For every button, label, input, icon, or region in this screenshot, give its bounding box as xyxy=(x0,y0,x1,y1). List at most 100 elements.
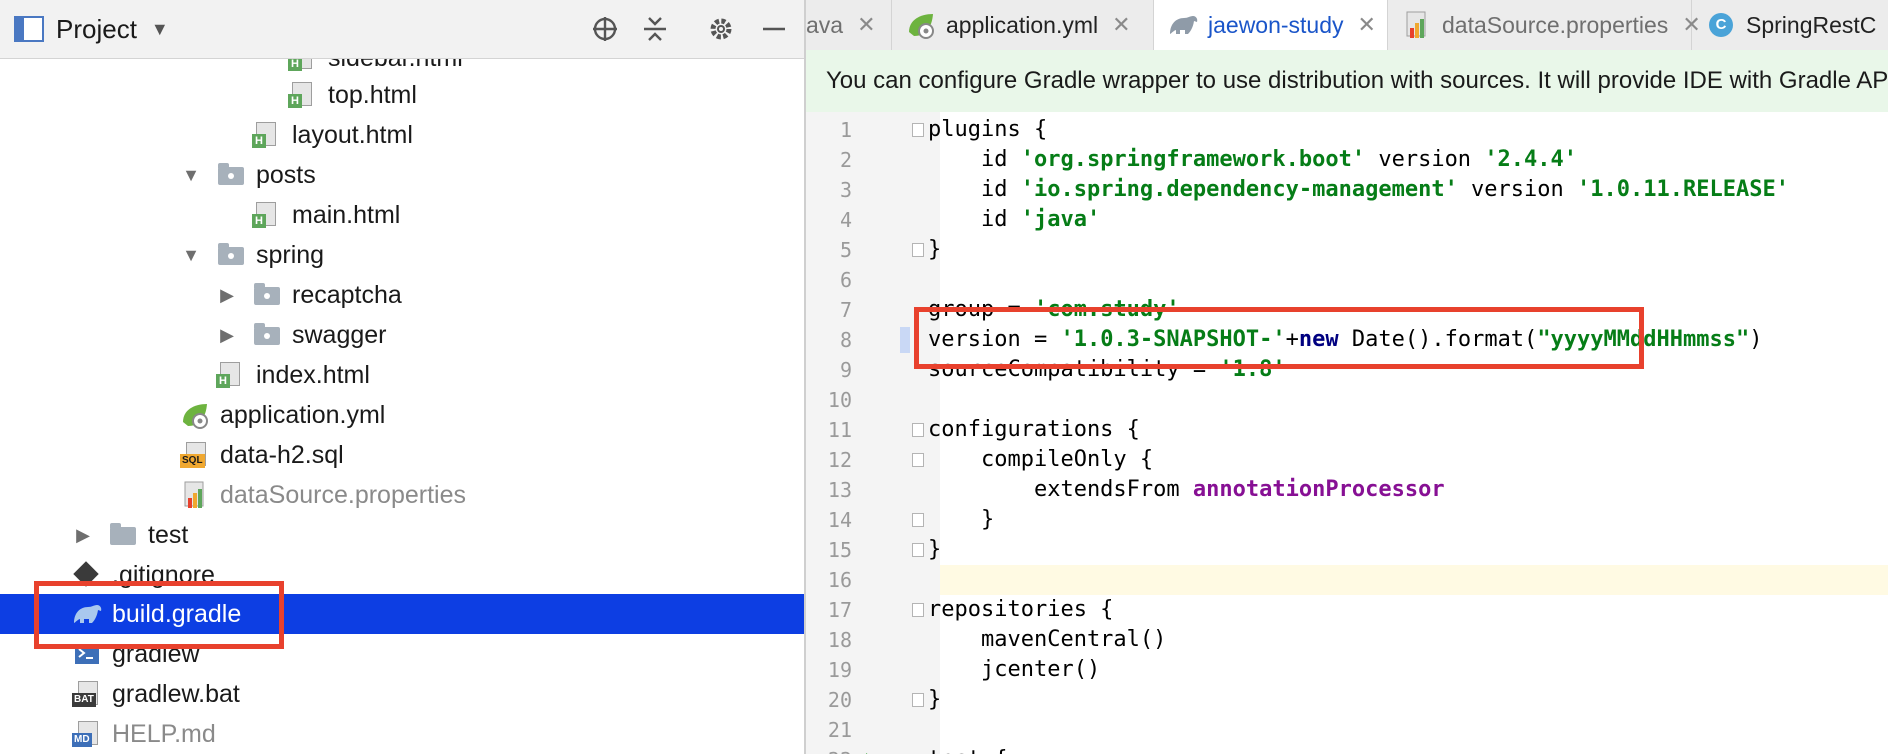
line-number: 7 xyxy=(839,298,852,322)
code-line[interactable]: 8 version = '1.0.3-SNAPSHOT-'+new Date().… xyxy=(806,325,1888,355)
tree-item-gradlew[interactable]: gradlew xyxy=(0,634,804,674)
tab-label: jaewon-study xyxy=(1208,11,1344,38)
tree-item-posts-folder[interactable]: ▼ posts xyxy=(0,155,804,195)
tree-item-spring-folder[interactable]: ▼ spring xyxy=(0,235,804,275)
tab-springrestc[interactable]: C SpringRestC xyxy=(1692,0,1888,50)
tree-item-label: top.html xyxy=(328,80,417,109)
class-icon: C xyxy=(1706,10,1736,40)
code-text: repositories { xyxy=(928,597,1114,622)
tab-java-file[interactable]: ava ✕ xyxy=(806,0,892,50)
code-text: extendsFrom annotationProcessor xyxy=(928,477,1445,502)
code-text: id 'java' xyxy=(928,207,1101,232)
hide-panel-icon[interactable] xyxy=(757,12,791,46)
fold-marker-icon[interactable] xyxy=(912,693,924,707)
tree-item-main-html[interactable]: H main.html xyxy=(0,195,804,235)
tree-item-datasource-properties[interactable]: dataSource.properties xyxy=(0,475,804,515)
code-line[interactable]: 11 configurations { xyxy=(806,415,1888,445)
line-number: 18 xyxy=(827,628,852,652)
code-line[interactable]: 5} xyxy=(806,235,1888,265)
git-file-icon xyxy=(72,560,102,590)
tree-item-layout-html[interactable]: H layout.html xyxy=(0,115,804,155)
code-text: group = 'com.study' xyxy=(928,297,1180,322)
tab-label: dataSource.properties xyxy=(1442,11,1669,38)
fold-marker-icon[interactable] xyxy=(912,243,924,257)
code-line[interactable]: 1 plugins { xyxy=(806,115,1888,145)
tab-datasource-properties[interactable]: dataSource.properties ✕ xyxy=(1388,0,1701,50)
code-line[interactable]: 2 id 'org.springframework.boot' version … xyxy=(806,145,1888,175)
tab-application-yml[interactable]: application.yml ✕ xyxy=(892,0,1154,50)
chevron-down-icon[interactable]: ▼ xyxy=(180,245,202,266)
locate-file-icon[interactable] xyxy=(588,12,622,46)
code-line[interactable]: 14 } xyxy=(806,505,1888,535)
code-line[interactable]: 18 mavenCentral() xyxy=(806,625,1888,655)
fold-marker-icon[interactable] xyxy=(912,453,924,467)
tree-item-test-folder[interactable]: ▶ test xyxy=(0,515,804,555)
tree-item-label: HELP.md xyxy=(112,719,216,748)
tab-jaewon-study[interactable]: jaewon-study ✕ xyxy=(1154,0,1388,50)
project-view-selector-overlay[interactable]: Project ▼ xyxy=(14,12,169,46)
tree-item-help-md[interactable]: MD HELP.md xyxy=(0,714,804,754)
code-line[interactable]: 12 compileOnly { xyxy=(806,445,1888,475)
code-text: id 'io.spring.dependency-management' ver… xyxy=(928,177,1789,202)
editor: ava ✕ application.yml ✕ jaewon-study ✕ d… xyxy=(806,0,1888,754)
close-icon[interactable]: ✕ xyxy=(857,12,875,38)
code-line[interactable]: 3 id 'io.spring.dependency-management' v… xyxy=(806,175,1888,205)
code-line[interactable]: 22 test { xyxy=(806,745,1888,754)
tree-item-gradlew-bat[interactable]: BAT gradlew.bat xyxy=(0,674,804,714)
line-number: 8 xyxy=(839,328,852,352)
fold-marker-icon[interactable] xyxy=(912,123,924,137)
tree-item-swagger-folder[interactable]: ▶ swagger xyxy=(0,315,804,355)
chevron-down-icon[interactable]: ▼ xyxy=(180,165,202,186)
code-line[interactable]: 9 sourceCompatibility = '1.8' xyxy=(806,355,1888,385)
code-line[interactable]: 16 xyxy=(828,565,1888,595)
tree-item-label: layout.html xyxy=(292,120,413,149)
code-text: plugins { xyxy=(928,117,1048,142)
code-line[interactable]: 17 repositories { xyxy=(806,595,1888,625)
fold-marker-icon[interactable] xyxy=(912,543,924,557)
tree-item-recaptcha-folder[interactable]: ▶ recaptcha xyxy=(0,275,804,315)
tree-item-application-yml[interactable]: application.yml xyxy=(0,395,804,435)
folder-icon xyxy=(108,520,138,550)
properties-icon xyxy=(1402,10,1432,40)
tree-item-index-html[interactable]: H index.html xyxy=(0,355,804,395)
fold-marker-icon[interactable] xyxy=(912,513,924,527)
close-icon[interactable]: ✕ xyxy=(1112,12,1130,38)
gear-icon[interactable] xyxy=(704,12,738,46)
tree-item-label: index.html xyxy=(256,360,370,389)
html-file-icon: H xyxy=(216,360,246,390)
code-text: configurations { xyxy=(928,417,1140,442)
fold-marker-icon[interactable] xyxy=(912,423,924,437)
code-line[interactable]: 4 id 'java' xyxy=(806,205,1888,235)
code-line[interactable]: 20} xyxy=(806,685,1888,715)
line-number: 4 xyxy=(839,208,852,232)
gradle-icon xyxy=(72,599,102,629)
tree-item-label: main.html xyxy=(292,200,401,229)
line-number: 5 xyxy=(839,238,852,262)
tree-item-gitignore[interactable]: .gitignore xyxy=(0,555,804,595)
code-line[interactable]: 21 xyxy=(806,715,1888,745)
chevron-down-icon[interactable]: ▼ xyxy=(151,19,169,40)
fold-marker-icon[interactable] xyxy=(912,603,924,617)
tab-label: ava xyxy=(806,11,844,38)
code-line[interactable]: 15} xyxy=(806,535,1888,565)
code-line[interactable]: 19 jcenter() xyxy=(806,655,1888,685)
code-text: } xyxy=(928,237,942,262)
tree-item-build-gradle[interactable]: build.gradle xyxy=(0,594,804,634)
code-line[interactable]: 10 xyxy=(806,385,1888,415)
line-number: 9 xyxy=(839,358,852,382)
chevron-right-icon[interactable]: ▶ xyxy=(216,285,238,306)
close-icon[interactable]: ✕ xyxy=(1358,12,1376,38)
chevron-right-icon[interactable]: ▶ xyxy=(216,325,238,346)
chevron-right-icon[interactable]: ▶ xyxy=(72,525,94,546)
change-marker[interactable] xyxy=(900,327,910,353)
tree-item-top-html[interactable]: H top.html xyxy=(0,75,804,115)
tree-item-data-h2-sql[interactable]: SQL data-h2.sql xyxy=(0,435,804,475)
collapse-all-icon[interactable] xyxy=(638,12,672,46)
terminal-file-icon xyxy=(72,639,102,669)
code-line[interactable]: 7 group = 'com.study' xyxy=(806,295,1888,325)
code-text: } xyxy=(928,537,942,562)
tree-item-label: .gitignore xyxy=(112,560,215,589)
code-line[interactable]: 13 extendsFrom annotationProcessor xyxy=(806,475,1888,505)
gradle-wrapper-notice: You can configure Gradle wrapper to use … xyxy=(806,50,1888,113)
code-line[interactable]: 6 xyxy=(806,265,1888,295)
